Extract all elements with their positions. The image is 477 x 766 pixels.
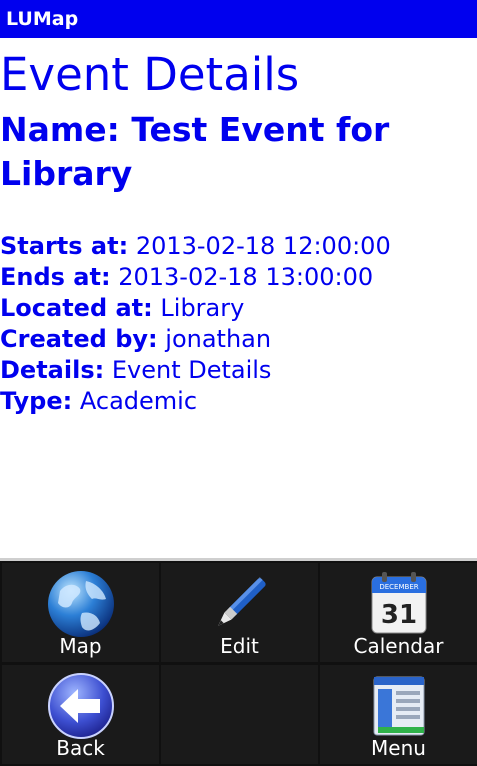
menu-item-label: Calendar [353, 634, 444, 658]
field-value: Event Details [111, 356, 272, 384]
app-title-bar: LUMap [0, 0, 477, 38]
calendar-day: 31 [380, 600, 416, 630]
field-label: Created by: [0, 325, 158, 353]
options-menu: Map Edit DECEMBER 31 Calendar Back Menu [0, 558, 477, 766]
event-name-label: Name: [0, 110, 120, 149]
calendar-icon: DECEMBER 31 [371, 572, 426, 634]
menu-item-label: Edit [220, 634, 259, 658]
menu-icon [373, 676, 424, 736]
field-label: Located at: [0, 294, 153, 322]
field-starts-at: Starts at: 2013-02-18 12:00:00 [0, 231, 477, 262]
event-details-content: Event Details Name: Test Event for Libra… [0, 38, 477, 417]
map-button[interactable]: Map [2, 563, 159, 662]
field-created-by: Created by: jonathan [0, 324, 477, 355]
event-name: Name: Test Event for Library [0, 108, 477, 196]
edit-button[interactable]: Edit [161, 563, 318, 662]
field-value: 2013-02-18 13:00:00 [118, 263, 374, 291]
menu-item-label: Map [59, 634, 102, 658]
menu-item-label: Menu [371, 736, 426, 760]
empty-menu-slot [161, 665, 318, 764]
field-ends-at: Ends at: 2013-02-18 13:00:00 [0, 262, 477, 293]
field-label: Ends at: [0, 263, 111, 291]
field-label: Starts at: [0, 232, 129, 260]
field-label: Details: [0, 356, 105, 384]
field-value: Library [160, 294, 245, 322]
menu-button[interactable]: Menu [320, 665, 477, 764]
app-title: LUMap [6, 8, 79, 30]
field-value: jonathan [165, 325, 272, 353]
page-title: Event Details [0, 48, 300, 101]
field-label: Type: [0, 387, 73, 415]
menu-item-label: Back [56, 736, 105, 760]
pen-icon [217, 577, 266, 626]
field-value: 2013-02-18 12:00:00 [135, 232, 391, 260]
globe-icon [47, 571, 114, 637]
field-located-at: Located at: Library [0, 293, 477, 324]
back-arrow-icon [47, 673, 114, 739]
calendar-month: DECEMBER [379, 583, 418, 591]
field-value: Academic [79, 387, 198, 415]
event-fields: Starts at: 2013-02-18 12:00:00 Ends at: … [0, 231, 477, 417]
field-details: Details: Event Details [0, 355, 477, 386]
field-type: Type: Academic [0, 386, 477, 417]
calendar-button[interactable]: DECEMBER 31 Calendar [320, 563, 477, 662]
back-button[interactable]: Back [2, 665, 159, 764]
